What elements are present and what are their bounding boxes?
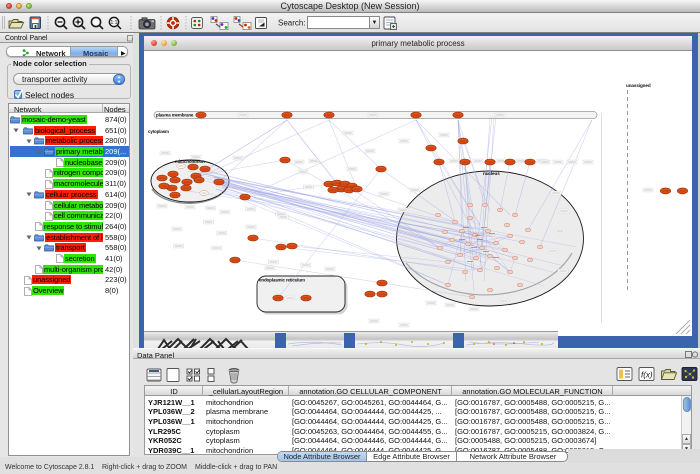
svg-text:f​(x): f​(x) [641,371,653,380]
svg-text:Search:: Search: [278,19,306,28]
svg-text:cytoplasm: cytoplasm [148,129,169,134]
svg-text:unassigned: unassigned [626,83,651,88]
svg-text:1:1: 1:1 [111,20,118,26]
svg-text:plasma membrane: plasma membrane [156,113,194,118]
svg-text:endoplasmic reticulum: endoplasmic reticulum [259,278,305,283]
svg-text:mitochondrion: mitochondrion [175,159,205,164]
svg-text:nucleus: nucleus [483,171,500,176]
